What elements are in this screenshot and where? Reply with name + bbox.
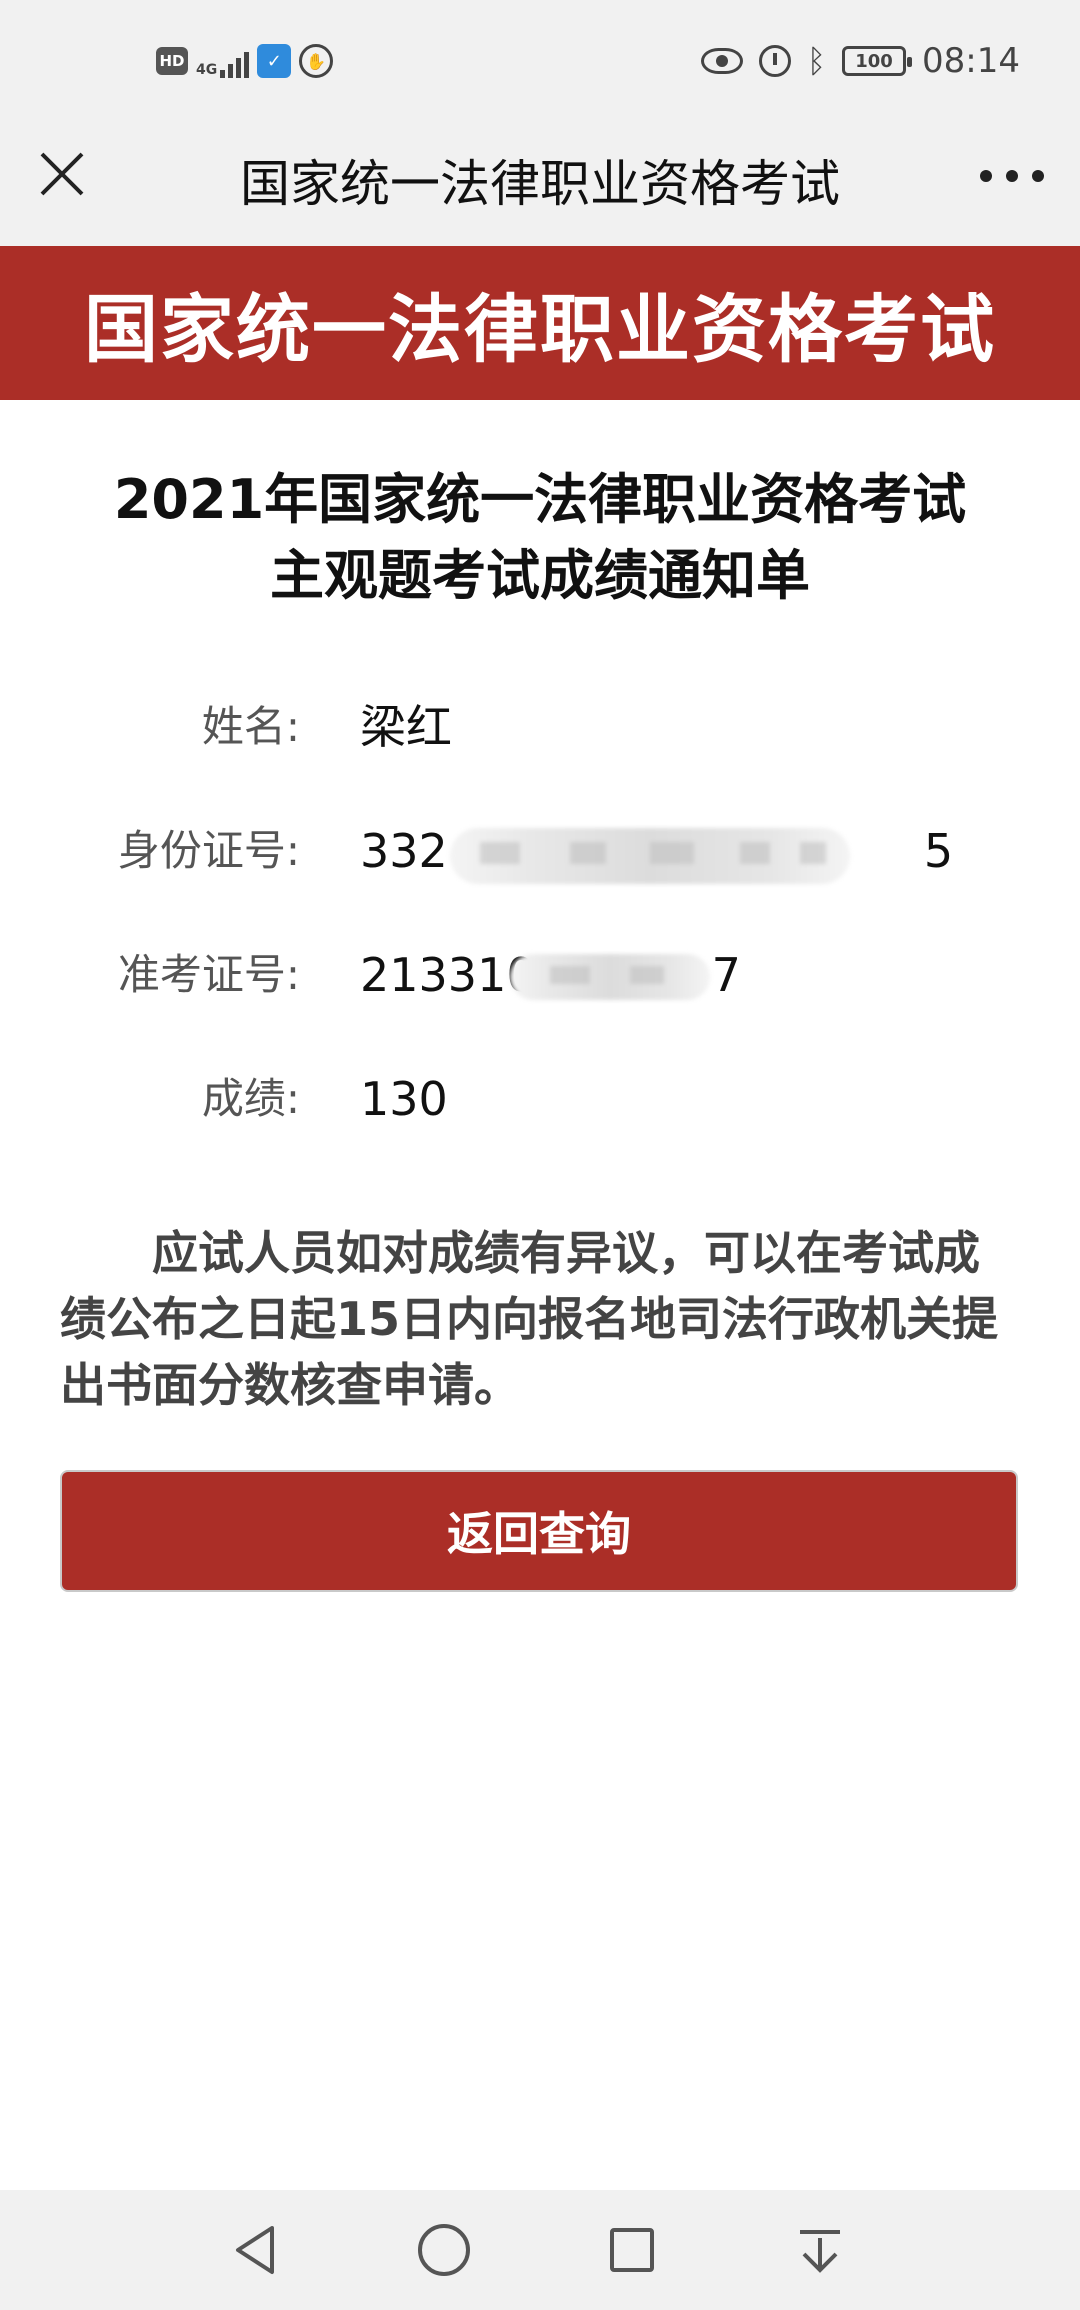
header-banner: 国家统一法律职业资格考试 [0,246,1080,400]
field-id-number: 身份证号: 332 5 [0,816,1080,886]
back-triangle-icon[interactable] [226,2220,286,2280]
title-line-1: 2021年国家统一法律职业资格考试 [113,468,967,531]
field-name-value: 梁红 [360,700,452,754]
redaction-blur [450,828,850,884]
more-options-icon[interactable] [980,152,1044,200]
field-admission-number: 准考证号: 213310 7 [0,940,1080,1010]
redaction-blur [510,954,710,1000]
recents-square-icon[interactable] [602,2220,662,2280]
alarm-icon [758,45,791,77]
system-nav-bar [0,2190,1080,2310]
field-score-value: 130 [360,1072,448,1126]
bluetooth-icon: ᛒ [806,42,827,80]
battery-icon: 100 [842,46,913,76]
id-visible-tail: 5 [923,824,954,878]
field-admission-number-label: 准考证号: [117,950,300,999]
status-right-icons: ᛒ 100 08:14 [700,36,1020,86]
admission-visible-tail: 7 [711,948,741,1002]
home-circle-icon[interactable] [414,2220,474,2280]
status-time: 08:14 [922,41,1020,81]
shield-app-icon: ✓ [257,44,292,78]
notice-text: 应试人员如对成绩有异议，可以在考试成绩公布之日起15日内向报名地司法行政机关提出… [60,1226,999,1412]
hd-icon: HD [156,47,188,75]
field-score-label: 成绩: [201,1074,300,1123]
back-to-query-button[interactable]: 返回查询 [60,1470,1018,1592]
status-bar: HD 4G ✓ ✋ ᛒ 100 08:14 [0,0,1080,122]
banner-title: 国家统一法律职业资格考试 [84,286,996,373]
title-line-2: 主观题考试成绩通知单 [270,544,810,607]
id-visible-part: 332 [360,824,448,878]
status-left-icons: HD 4G ✓ ✋ [156,40,334,82]
field-id-number-label: 身份证号: [117,826,300,875]
nav-bar: 国家统一法律职业资格考试 [0,122,1080,246]
notification-pulldown-icon[interactable] [790,2220,850,2280]
hand-icon: ✋ [299,44,334,78]
page-title: 2021年国家统一法律职业资格考试 主观题考试成绩通知单 [40,462,1040,614]
network-type: 4G [196,62,218,78]
field-score: 成绩: 130 [0,1064,1080,1134]
field-name: 姓名: 梁红 [0,692,1080,762]
eye-icon [700,48,743,74]
signal-icon: 4G [196,44,250,78]
nav-title: 国家统一法律职业资格考试 [240,155,840,213]
close-icon[interactable] [36,148,88,200]
field-name-label: 姓名: [201,702,300,751]
